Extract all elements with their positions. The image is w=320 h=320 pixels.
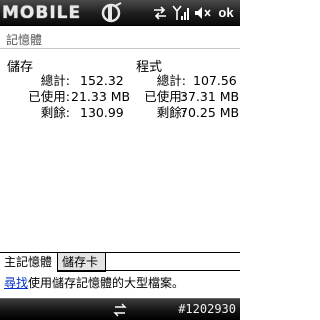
signal-strength-icon[interactable] bbox=[172, 5, 190, 21]
bottom-menu-bar: #1202930 bbox=[0, 298, 240, 320]
program-total-row: 總計: 107.56 bbox=[0, 73, 240, 89]
find-description: 使用儲存記憶體的大型檔案。 bbox=[28, 276, 185, 290]
program-free-row: 剩餘: 70.25 MB bbox=[0, 105, 240, 121]
program-free-value: 70.25 MB bbox=[180, 105, 240, 120]
build-number: #1202930 bbox=[178, 302, 236, 316]
volume-muted-icon[interactable] bbox=[194, 5, 212, 21]
program-total-value: 107.56 bbox=[193, 73, 237, 88]
program-total-label: 總計: bbox=[156, 73, 186, 88]
find-link[interactable]: 尋找 bbox=[4, 276, 28, 290]
tab-baseline bbox=[58, 270, 240, 271]
ok-button[interactable]: ok bbox=[216, 4, 236, 22]
tab-bar: 主記憶體 儲存卡 bbox=[0, 252, 240, 272]
tab-main-memory[interactable]: 主記憶體 bbox=[0, 253, 58, 272]
title-bar: MOBILE ok bbox=[0, 0, 240, 26]
program-used-row: 已使用: 37.31 MB bbox=[0, 89, 240, 105]
program-used-value: 37.31 MB bbox=[180, 89, 240, 104]
brand-emblem-icon bbox=[101, 2, 122, 23]
connectivity-icon[interactable] bbox=[152, 5, 168, 21]
input-panel-icon[interactable] bbox=[112, 302, 128, 318]
page-title: 記憶體 bbox=[6, 33, 43, 47]
find-large-files-line: 尋找使用儲存記憶體的大型檔案。 bbox=[4, 274, 184, 291]
header-divider bbox=[0, 48, 240, 49]
